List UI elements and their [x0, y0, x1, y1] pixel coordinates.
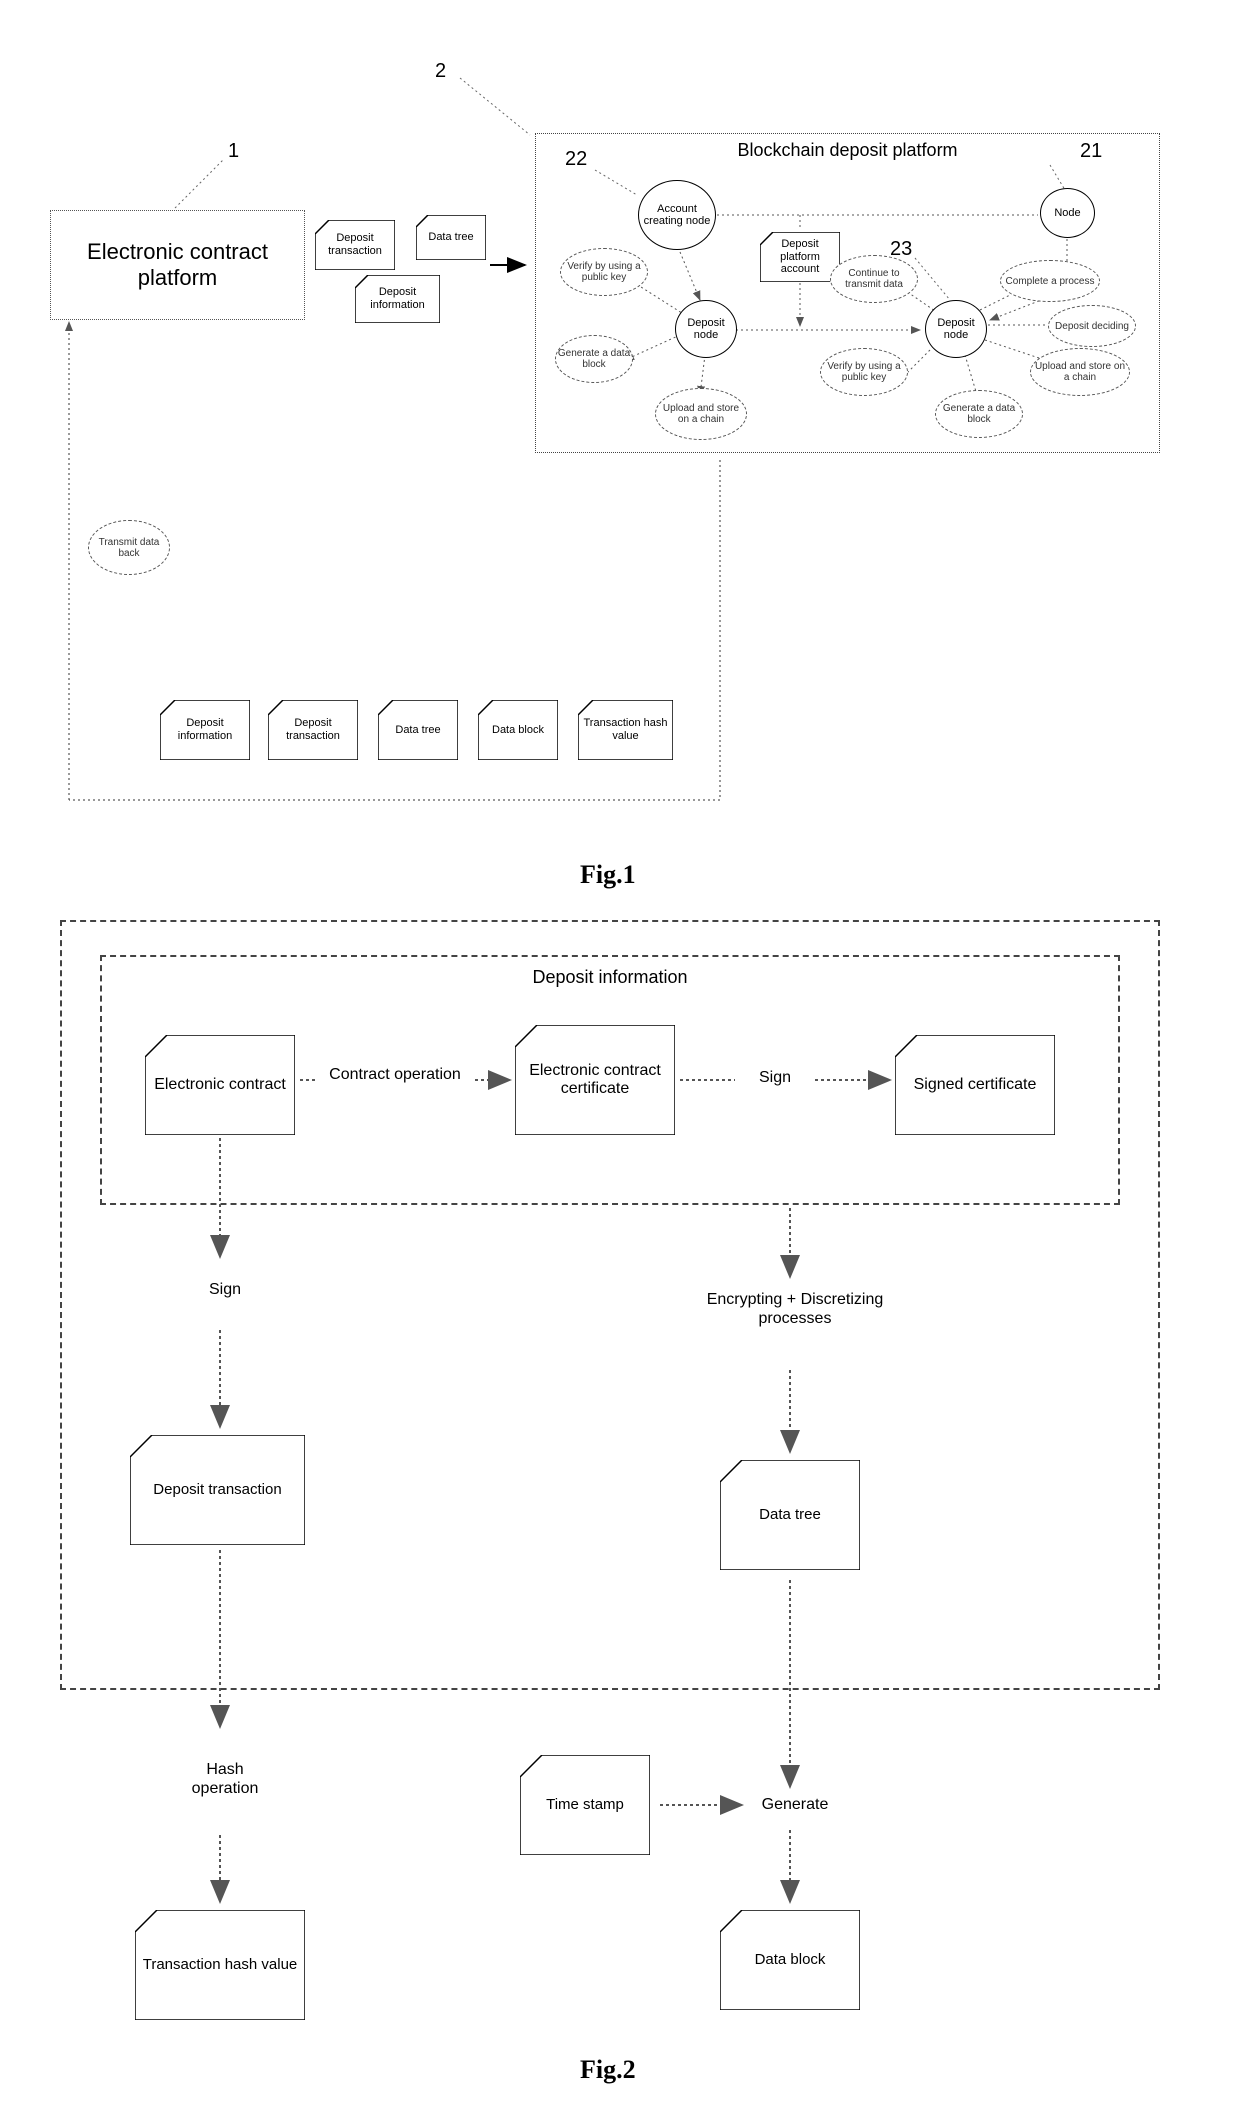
acn-label: Account creating node — [639, 203, 715, 227]
ret-di-label: Deposit information — [164, 700, 246, 760]
ret-data-tree: Data tree — [378, 700, 458, 760]
dtree2-label: Data tree — [724, 1460, 856, 1570]
fig2-caption: Fig.2 — [580, 2055, 636, 2085]
ref-label-2: 2 — [435, 60, 446, 83]
transaction-hash-f2: Transaction hash value — [135, 1910, 305, 2020]
gen-block-ellipse-left: Generate a data block — [555, 335, 633, 383]
deposit-transaction-f2: Deposit transaction — [130, 1435, 305, 1545]
verify-ellipse-left: Verify by using a public key — [560, 248, 648, 296]
sign-text-2: Sign — [195, 1280, 255, 1299]
verify-r-label: Verify by using a public key — [821, 361, 907, 383]
f1-data-tree: Data tree — [416, 215, 486, 260]
ret-deposit-transaction: Deposit transaction — [268, 700, 358, 760]
genb-l-label: Generate a data block — [556, 348, 632, 370]
ret-transaction-hash: Transaction hash value — [578, 700, 673, 760]
f1-dtree-label: Data tree — [420, 215, 482, 260]
depdec-label: Deposit deciding — [1055, 321, 1129, 332]
ret-dtree-label: Data tree — [382, 700, 454, 760]
node-label: Node — [1054, 207, 1080, 219]
ret-deposit-information: Deposit information — [160, 700, 250, 760]
db-label: Data block — [724, 1910, 856, 2010]
contt-label: Continue to transmit data — [831, 268, 917, 290]
encrypting-text: Encrypting + Discretizing processes — [705, 1290, 885, 1328]
tdb-label: Transmit data back — [89, 537, 169, 559]
deposit-platform-account: Deposit platform account — [760, 232, 840, 282]
contract-operation-text: Contract operation — [320, 1065, 470, 1084]
data-block-f2: Data block — [720, 1910, 860, 2010]
f1-di-label: Deposit information — [359, 275, 436, 323]
signed-certificate: Signed certificate — [895, 1035, 1055, 1135]
ref-label-1: 1 — [228, 140, 239, 163]
f1-deposit-information: Deposit information — [355, 275, 440, 323]
upload-l-label: Upload and store on a chain — [656, 403, 746, 425]
diagram-canvas: Electronic contract platform 1 Deposit t… — [20, 20, 1220, 2100]
electronic-contract: Electronic contract — [145, 1035, 295, 1135]
verify-ellipse-right: Verify by using a public key — [820, 348, 908, 396]
node-circle: Node — [1040, 188, 1095, 238]
depnode-l-label: Deposit node — [676, 317, 736, 341]
genb-r-label: Generate a data block — [936, 403, 1022, 425]
f1-dt-label: Deposit transaction — [319, 220, 391, 270]
ecc-label: Electronic contract certificate — [519, 1025, 671, 1135]
upload-ellipse-right: Upload and store on a chain — [1030, 348, 1130, 396]
ref-label-21: 21 — [1080, 140, 1102, 163]
ec-label: Electronic contract — [149, 1035, 291, 1135]
hash-op-text: Hash operation — [175, 1760, 275, 1798]
continue-transmit-ellipse: Continue to transmit data — [830, 255, 918, 303]
ret-dblock-label: Data block — [482, 700, 554, 760]
th-label: Transaction hash value — [139, 1910, 301, 2020]
bcdp-title: Blockchain deposit platform — [737, 140, 957, 162]
ecp-label: Electronic contract platform — [51, 239, 304, 292]
deposit-node-right: Deposit node — [925, 300, 987, 358]
sc-label: Signed certificate — [899, 1035, 1051, 1135]
dt2-label: Deposit transaction — [134, 1435, 301, 1545]
sign-text: Sign — [740, 1068, 810, 1087]
fig1-caption: Fig.1 — [580, 860, 636, 890]
ts-label: Time stamp — [524, 1755, 646, 1855]
upload-r-label: Upload and store on a chain — [1031, 361, 1129, 383]
upload-ellipse-left: Upload and store on a chain — [655, 388, 747, 440]
ref-label-22: 22 — [565, 148, 587, 171]
timestamp-f2: Time stamp — [520, 1755, 650, 1855]
ret-dt-label: Deposit transaction — [272, 700, 354, 760]
deposit-deciding-ellipse: Deposit deciding — [1048, 305, 1136, 347]
electronic-contract-certificate: Electronic contract certificate — [515, 1025, 675, 1135]
f1-deposit-transaction: Deposit transaction — [315, 220, 395, 270]
ret-thash-label: Transaction hash value — [582, 700, 669, 760]
deposit-node-left: Deposit node — [675, 300, 737, 358]
transmit-data-back-ellipse: Transmit data back — [88, 520, 170, 575]
complete-process-ellipse: Complete a process — [1000, 260, 1100, 302]
generate-text: Generate — [750, 1795, 840, 1814]
ret-data-block: Data block — [478, 700, 558, 760]
di-title-label: Deposit information — [532, 967, 687, 989]
data-tree-f2: Data tree — [720, 1460, 860, 1570]
complete-label: Complete a process — [1006, 276, 1095, 287]
electronic-contract-platform: Electronic contract platform — [50, 210, 305, 320]
verify-l-label: Verify by using a public key — [561, 261, 647, 283]
account-creating-node: Account creating node — [638, 180, 716, 250]
dpa-label: Deposit platform account — [764, 232, 836, 282]
gen-block-ellipse-right: Generate a data block — [935, 390, 1023, 438]
depnode-r-label: Deposit node — [926, 317, 986, 341]
